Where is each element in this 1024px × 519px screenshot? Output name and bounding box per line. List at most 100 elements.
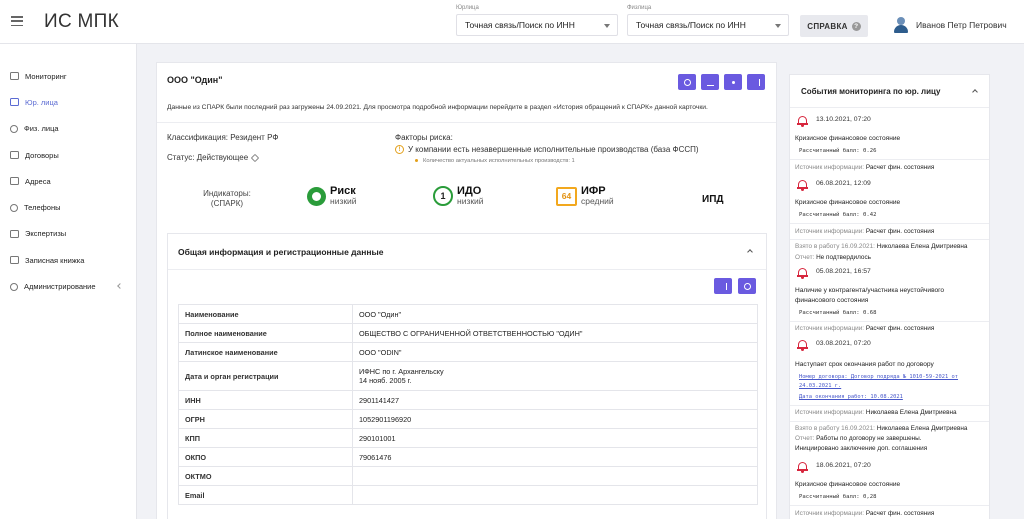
sidebar-item-label: Мониторинг [25,71,67,81]
row-key: ОГРН [178,409,353,429]
edit-button[interactable] [714,278,732,294]
sidebar-item-monitoring[interactable]: Мониторинг [0,63,136,89]
table-row: Латинское наименование OOO "ODIN" [178,342,758,362]
row-key: ИНН [178,390,353,410]
event-source-label: Источник информации: [795,325,865,332]
event-source: Источник информации: Расчет фин. состоян… [795,164,934,171]
sidebar-item-expertises[interactable]: Экспертизы [0,221,136,247]
export-button[interactable] [747,74,765,90]
divider [790,405,989,406]
app-title: ИС МПК [44,11,120,32]
sidebar-item-contracts[interactable]: Договоры [0,142,136,168]
event-date: 18.06.2021, 07:20 [816,462,871,469]
divider [790,223,989,224]
events-title: События мониторинга по юр. лицу [801,87,941,96]
download-icon [706,79,714,86]
history-button[interactable] [678,74,696,90]
row-value: 79061476 [352,447,758,467]
sidebar-item-phones[interactable]: Телефоны [0,194,136,220]
table-row: Наименование ООО "Один" [178,304,758,324]
table-row: Полное наименование ОБЩЕСТВО С ОГРАНИЧЕНН… [178,323,758,343]
table-row: ИНН 2901141427 [178,390,758,410]
divider [790,505,989,506]
share-icon [731,80,735,84]
event-taken: Взято в работу 16.09.2021: Николаева Еле… [795,243,967,250]
sidebar-item-notebook[interactable]: Записная книжка [0,247,136,273]
row-key: Наименование [178,304,353,324]
physical-search-select[interactable]: Точная связь/Поиск по ИНН [627,14,789,36]
sidebar-item-label: Записная книжка [25,255,85,265]
question-icon: ? [851,21,861,31]
risk-sub-count: Количество актуальных исполнительных про… [423,158,575,164]
sidebar-item-legal-entities[interactable]: Юр. лица [0,89,136,115]
event-source-label: Источник информации: [795,409,865,416]
sidebar-item-individuals[interactable]: Физ. лица [0,116,136,142]
gear-icon [10,282,18,291]
sidebar-item-addresses[interactable]: Адреса [0,168,136,194]
contract-date-link[interactable]: 24.03.2021 г. [799,383,841,389]
top-bar: ИС МПК Юрлица Точная связь/Поиск по ИНН … [0,0,1024,44]
row-value [352,485,758,505]
event-source-value: Расчет фин. состояния [865,325,935,332]
spark-load-note: Данные из СПАРК были последний раз загру… [167,104,708,111]
users-icon [10,124,18,133]
clock-icon [683,78,691,86]
risk-factors-title: Факторы риска: [395,133,453,142]
event-source: Источник информации: Расчет фин. состоян… [795,325,934,332]
event-score: Рассчитанный балл: 0.68 [799,310,877,316]
event-source-value: Расчет фин. состояния [865,510,935,517]
legal-search-select[interactable]: Точная связь/Поиск по ИНН [456,14,618,36]
sidebar-item-label: Администрирование [24,282,96,292]
work-end-date-link[interactable]: Дата окончания работ: 10.08.2021 [799,394,903,400]
sidebar-item-label: Адреса [25,176,51,186]
event-text: Наступает срок окончания работ по догово… [795,361,934,368]
general-info-card: Общая информация и регистрационные данны… [167,233,767,519]
row-value: 1052901196920 [352,409,758,429]
risk-sub-row: Количество актуальных исполнительных про… [415,158,575,164]
address-icon [10,177,19,186]
pencil-icon[interactable] [250,153,260,163]
event-source-label: Источник информации: [795,164,865,171]
divider [790,107,989,108]
sidebar-item-label: Экспертизы [25,229,67,239]
menu-icon[interactable] [11,16,23,26]
indicators-label-line2: (СПАРК) [210,199,244,208]
company-card: ООО "Один" Данные из СПАРК были последни… [156,62,777,519]
chevron-up-icon[interactable] [972,89,978,95]
event-score: Рассчитанный балл: 0.26 [799,148,877,154]
share-button[interactable] [724,74,742,90]
event-source-value: Николаева Елена Дмитриевна [865,409,957,416]
physical-search-value: Точная связь/Поиск по ИНН [636,20,746,30]
ifr-level: средний [581,196,614,206]
row-key: ОКПО [178,447,353,467]
row-value: 2901141427 [352,390,758,410]
event-text: Кризисное финансовое состояние [795,199,901,206]
download-button[interactable] [701,74,719,90]
status: Статус: Действующее [167,153,249,162]
contract-number-link[interactable]: Номер договора: Договор подряда № 1010-5… [799,374,958,380]
status-row: Статус: Действующее [167,153,260,163]
sidebar-item-label: Договоры [25,150,59,160]
sidebar-item-administration[interactable]: Администрирование [0,273,136,299]
help-button[interactable]: СПРАВКА ? [800,15,868,37]
user-profile[interactable]: Иванов Петр Петрович [893,17,1007,33]
card-toolbar [678,74,765,90]
history-button[interactable] [738,278,756,294]
row-value [352,466,758,486]
avatar [893,17,909,33]
chevron-up-icon[interactable] [747,249,753,255]
legal-search-value: Точная связь/Поиск по ИНН [465,20,575,30]
indicators-label-line1: Индикаторы: [203,189,251,198]
event-taken-value: Николаева Елена Дмитриевна [876,425,968,432]
row-value: ООО "Один" [352,304,758,324]
sidebar-item-label: Физ. лица [24,124,59,134]
row-key: КПП [178,428,353,448]
risk-indicator: Риск низкий [307,186,357,206]
event-text-line1: Наличие у контрагента/участника неустойч… [795,287,945,294]
general-info-table: Наименование ООО "Один" Полное наименован… [178,304,758,505]
chevron-down-icon [604,24,610,28]
row-value: OOO "ODIN" [352,342,758,362]
event-source: Источник информации: Николаева Елена Дми… [795,409,957,416]
divider [790,421,989,422]
ifr-indicator: 64 ИФР средний [556,186,614,206]
